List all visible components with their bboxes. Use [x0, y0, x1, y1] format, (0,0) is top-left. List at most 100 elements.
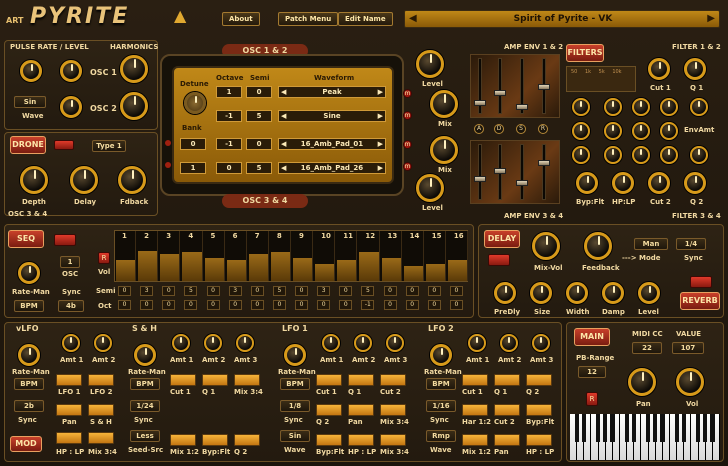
- seq-step-level-bar[interactable]: [337, 260, 357, 281]
- drone-depth-knob[interactable]: [20, 166, 48, 194]
- filter-mod-knob[interactable]: [632, 122, 650, 140]
- osc1-harmonics-knob[interactable]: [120, 55, 148, 83]
- seq-semi-cell[interactable]: 3: [317, 286, 331, 296]
- seq-semi-cell[interactable]: 3: [140, 286, 154, 296]
- filter2-cutoff-knob[interactable]: [648, 172, 670, 194]
- pulse-wave-select[interactable]: Sin: [14, 96, 46, 108]
- target-slot[interactable]: [170, 374, 196, 386]
- seq-step-level-bar[interactable]: [447, 260, 467, 281]
- osc2-harmonics-knob[interactable]: [120, 92, 148, 120]
- midi-cc-value[interactable]: 22: [632, 342, 662, 354]
- seq-step-grid[interactable]: 1 2 3 4 5 6 7 8 9 10 11 12 13 14 15 16: [114, 230, 468, 282]
- main-title-button[interactable]: MAIN: [574, 328, 610, 346]
- delay-toggle[interactable]: [488, 254, 510, 266]
- target-slot[interactable]: [494, 374, 520, 386]
- reverb-width-knob[interactable]: [566, 282, 588, 304]
- adsr-d-button[interactable]: D: [494, 124, 504, 134]
- seq-semi-cell[interactable]: 3: [228, 286, 242, 296]
- filter-mod-knob[interactable]: [572, 98, 590, 116]
- target-slot[interactable]: [56, 404, 82, 416]
- seq-step[interactable]: 10: [314, 231, 336, 281]
- next-icon[interactable]: ▶: [378, 111, 383, 121]
- reverb-damp-knob[interactable]: [602, 282, 624, 304]
- seq-semi-cell[interactable]: 5: [361, 286, 375, 296]
- seq-step[interactable]: 2: [137, 231, 159, 281]
- midi-value[interactable]: 107: [672, 342, 704, 354]
- seq-step-level-bar[interactable]: [204, 258, 224, 281]
- filter-mod-knob[interactable]: [690, 98, 708, 116]
- filter-mod-knob[interactable]: [660, 122, 678, 140]
- seq-step[interactable]: 14: [403, 231, 424, 281]
- delay-title-button[interactable]: DELAY: [484, 230, 520, 248]
- seq-step[interactable]: 4: [181, 231, 203, 281]
- osc4-semi[interactable]: 5: [246, 162, 272, 174]
- prev-icon[interactable]: ◀: [281, 111, 286, 121]
- seq-rate-knob[interactable]: [18, 262, 40, 284]
- black-key[interactable]: [603, 414, 608, 442]
- seq-step[interactable]: 15: [425, 231, 446, 281]
- target-slot[interactable]: [494, 434, 520, 446]
- filter-bypass-knob[interactable]: [576, 172, 598, 194]
- mute-button[interactable]: m: [403, 89, 412, 98]
- osc1-level-knob[interactable]: [60, 60, 82, 82]
- pulse-rate-knob[interactable]: [20, 60, 42, 82]
- seq-osc-value[interactable]: 1: [60, 256, 80, 268]
- seq-semi-cell[interactable]: 0: [427, 286, 441, 296]
- pb-range-value[interactable]: 12: [578, 366, 606, 378]
- seq-step[interactable]: 12: [358, 231, 380, 281]
- black-key[interactable]: [703, 414, 708, 442]
- seq-step-level-bar[interactable]: [248, 254, 268, 281]
- osc2-waveform[interactable]: ◀ Sine ▶: [278, 110, 386, 122]
- seq-step-level-bar[interactable]: [425, 264, 445, 281]
- lfo1-wave-button[interactable]: Sin: [280, 430, 310, 442]
- black-key[interactable]: [674, 414, 679, 442]
- sync-value[interactable]: 1/16: [426, 400, 456, 412]
- adsr-r-button[interactable]: R: [538, 124, 548, 134]
- seq-semi-cell[interactable]: 0: [339, 286, 353, 296]
- amount-knob[interactable]: [94, 334, 112, 352]
- seq-oct-cell[interactable]: 0: [449, 300, 463, 310]
- seq-semi-cell[interactable]: 0: [383, 286, 397, 296]
- delay-feedback-knob[interactable]: [584, 232, 612, 260]
- black-key[interactable]: [696, 414, 701, 442]
- filter-hplp-knob[interactable]: [612, 172, 634, 194]
- amp3-attack-fader[interactable]: [478, 144, 482, 200]
- reverb-predly-knob[interactable]: [494, 282, 516, 304]
- filter-mod-knob[interactable]: [604, 98, 622, 116]
- osc3-semi[interactable]: 0: [246, 138, 272, 150]
- filter-mod-knob[interactable]: [632, 98, 650, 116]
- filter-mod-knob[interactable]: [604, 146, 622, 164]
- seq-oct-cell[interactable]: 0: [250, 300, 264, 310]
- drone-type-select[interactable]: Type 1: [92, 140, 126, 152]
- seq-step-level-bar[interactable]: [381, 258, 401, 281]
- mod-title-button[interactable]: MOD: [10, 436, 42, 452]
- target-slot[interactable]: [88, 432, 114, 444]
- filter-mod-knob[interactable]: [690, 146, 708, 164]
- next-icon[interactable]: ▶: [378, 163, 383, 173]
- seq-oct-cell[interactable]: 0: [140, 300, 154, 310]
- seq-step[interactable]: 13: [381, 231, 402, 281]
- seq-step[interactable]: 1: [115, 231, 137, 281]
- main-pan-knob[interactable]: [628, 368, 656, 396]
- seq-step-level-bar[interactable]: [182, 252, 202, 281]
- seq-step[interactable]: 6: [226, 231, 247, 281]
- osc3-waveform[interactable]: ◀ 16_Amb_Pad_01 ▶: [278, 138, 386, 150]
- detune-knob[interactable]: [184, 92, 206, 114]
- bpm-button[interactable]: BPM: [130, 378, 160, 390]
- target-slot[interactable]: [526, 434, 552, 446]
- osc4-bank[interactable]: 1: [180, 162, 206, 174]
- target-slot[interactable]: [56, 374, 82, 386]
- rate-knob[interactable]: [134, 344, 156, 366]
- target-slot[interactable]: [348, 404, 374, 416]
- osc34-level-knob[interactable]: [416, 174, 444, 202]
- seq-oct-cell[interactable]: -1: [361, 300, 375, 310]
- bpm-button[interactable]: BPM: [14, 378, 44, 390]
- osc3-bank[interactable]: 0: [180, 138, 206, 150]
- fader-cap[interactable]: [474, 176, 486, 182]
- reverb-level-knob[interactable]: [638, 282, 660, 304]
- filters-title-button[interactable]: FILTERS: [566, 44, 604, 62]
- seq-semi-cell[interactable]: 0: [250, 286, 264, 296]
- rate-knob[interactable]: [284, 344, 306, 366]
- seq-step-level-bar[interactable]: [270, 252, 290, 281]
- black-key[interactable]: [596, 414, 601, 442]
